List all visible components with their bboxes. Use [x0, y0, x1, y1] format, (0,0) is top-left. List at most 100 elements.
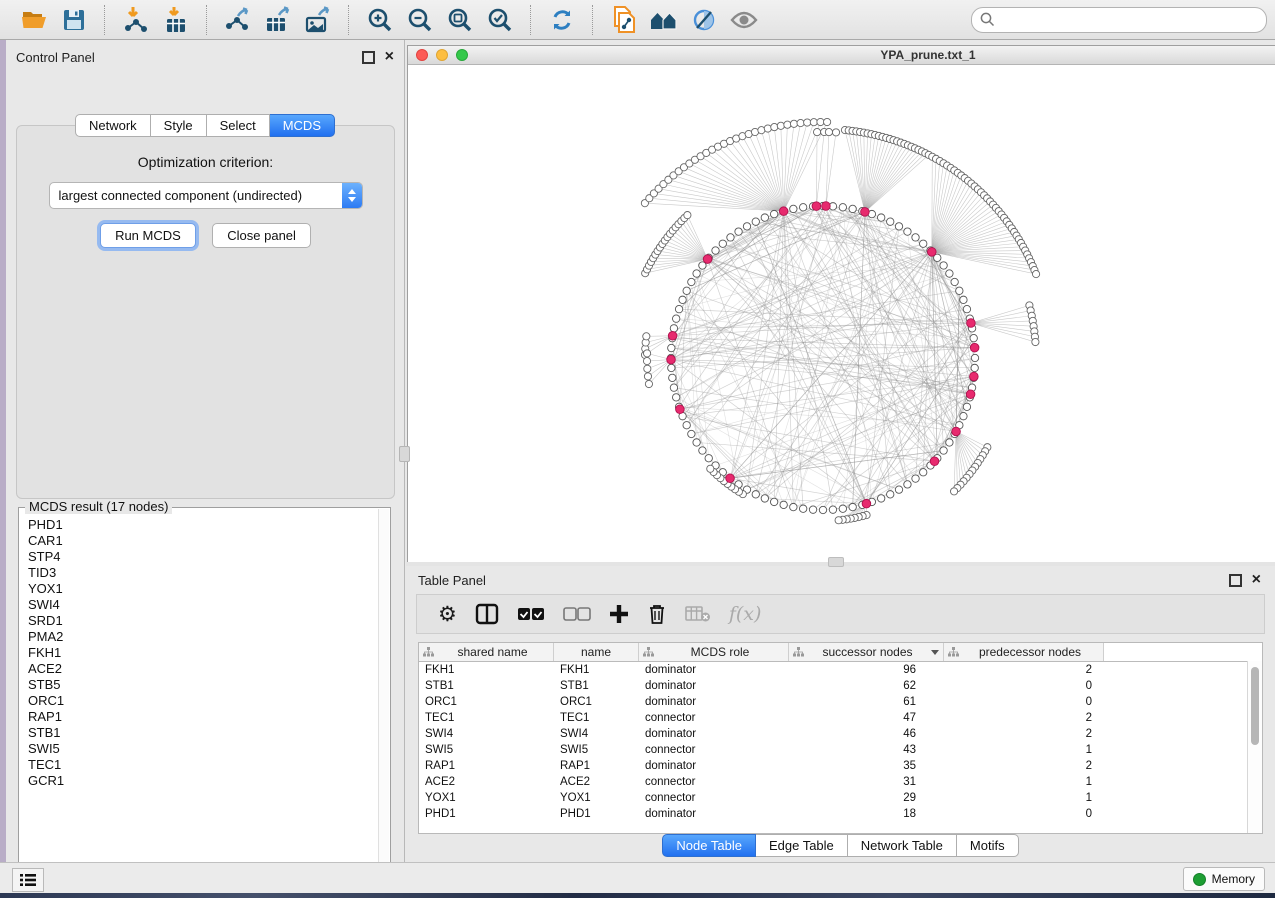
graph-node[interactable] — [839, 204, 846, 211]
column-header-predecessor-nodes[interactable]: predecessor nodes — [944, 643, 1104, 661]
delete-column-icon[interactable] — [647, 600, 667, 628]
graph-node[interactable] — [693, 270, 700, 277]
graph-node[interactable] — [963, 403, 970, 410]
graph-node[interactable] — [688, 430, 695, 437]
graph-node[interactable] — [971, 364, 978, 371]
zoom-out-icon[interactable] — [404, 4, 436, 36]
graph-node[interactable] — [839, 505, 846, 512]
graph-leaf-node[interactable] — [804, 119, 811, 126]
mcds-result-item[interactable]: ACE2 — [28, 661, 378, 677]
graph-hub-node[interactable] — [927, 248, 936, 257]
tab-motifs[interactable]: Motifs — [957, 834, 1019, 857]
graph-leaf-node[interactable] — [832, 129, 839, 136]
network-window-titlebar[interactable]: YPA_prune.txt_1 — [408, 46, 1275, 65]
graph-hub-node[interactable] — [966, 390, 975, 399]
graph-leaf-node[interactable] — [644, 365, 651, 372]
graph-node[interactable] — [712, 247, 719, 254]
table-row[interactable]: FKH1FKH1dominator962 — [419, 662, 1262, 678]
search-input[interactable] — [995, 12, 1258, 28]
graph-node[interactable] — [761, 495, 768, 502]
tab-mcds[interactable]: MCDS — [270, 114, 335, 137]
graph-node[interactable] — [679, 296, 686, 303]
graph-leaf-node[interactable] — [835, 517, 842, 524]
search-box[interactable] — [971, 7, 1267, 33]
network-graph[interactable] — [408, 65, 1274, 562]
graph-node[interactable] — [719, 240, 726, 247]
graph-node[interactable] — [790, 503, 797, 510]
zoom-fit-icon[interactable] — [444, 4, 476, 36]
graph-node[interactable] — [940, 447, 947, 454]
home-icon[interactable] — [648, 4, 680, 36]
table-row[interactable]: TEC1TEC1connector472 — [419, 710, 1262, 726]
horizontal-splitter-grip[interactable] — [828, 557, 844, 567]
mcds-list-scrollbar[interactable] — [378, 509, 389, 878]
mcds-result-item[interactable]: RAP1 — [28, 709, 378, 725]
graph-node[interactable] — [963, 305, 970, 312]
graph-node[interactable] — [670, 384, 677, 391]
vertical-splitter-grip[interactable] — [399, 446, 410, 462]
table-row[interactable]: SWI4SWI4dominator462 — [419, 726, 1262, 742]
close-panel-icon[interactable]: × — [385, 52, 394, 62]
graph-node[interactable] — [904, 228, 911, 235]
graph-node[interactable] — [819, 506, 826, 513]
show-columns-icon[interactable] — [475, 600, 499, 628]
graph-hub-node[interactable] — [779, 207, 788, 216]
column-header-name[interactable]: name — [554, 643, 639, 661]
graph-hub-node[interactable] — [676, 405, 685, 414]
tab-network-table[interactable]: Network Table — [848, 834, 957, 857]
import-table-icon[interactable] — [160, 4, 192, 36]
graph-leaf-node[interactable] — [797, 119, 804, 126]
window-zoom-button[interactable] — [456, 49, 468, 61]
graph-node[interactable] — [770, 210, 777, 217]
graph-leaf-node[interactable] — [643, 357, 650, 364]
graph-node[interactable] — [683, 422, 690, 429]
graph-hub-node[interactable] — [668, 331, 677, 340]
graph-node[interactable] — [829, 506, 836, 513]
graph-leaf-node[interactable] — [824, 118, 831, 125]
graph-node[interactable] — [672, 315, 679, 322]
table-row[interactable]: RAP1RAP1dominator352 — [419, 758, 1262, 774]
graph-hub-node[interactable] — [930, 457, 939, 466]
window-close-button[interactable] — [416, 49, 428, 61]
table-row[interactable]: PHD1PHD1dominator180 — [419, 806, 1262, 822]
graph-leaf-node[interactable] — [764, 125, 771, 132]
graph-leaf-node[interactable] — [771, 123, 778, 130]
graph-node[interactable] — [790, 205, 797, 212]
eye-icon[interactable] — [728, 4, 760, 36]
copy-network-icon[interactable] — [608, 4, 640, 36]
memory-button[interactable]: Memory — [1183, 867, 1265, 891]
graph-node[interactable] — [912, 234, 919, 241]
graph-node[interactable] — [799, 204, 806, 211]
tab-edge-table[interactable]: Edge Table — [756, 834, 848, 857]
graph-hub-node[interactable] — [667, 355, 676, 364]
graph-node[interactable] — [940, 262, 947, 269]
graph-node[interactable] — [761, 214, 768, 221]
graph-node[interactable] — [946, 270, 953, 277]
save-icon[interactable] — [58, 4, 90, 36]
graph-node[interactable] — [735, 228, 742, 235]
column-header-mcds-role[interactable]: MCDS role — [639, 643, 789, 661]
graph-node[interactable] — [770, 498, 777, 505]
graph-leaf-node[interactable] — [950, 488, 957, 495]
graph-node[interactable] — [956, 287, 963, 294]
optimization-criterion-dropdown[interactable]: largest connected component (undirected) — [49, 182, 363, 209]
graph-node[interactable] — [895, 486, 902, 493]
graph-node[interactable] — [809, 506, 816, 513]
tab-select[interactable]: Select — [207, 114, 270, 137]
graph-node[interactable] — [693, 439, 700, 446]
table-scrollbar[interactable] — [1247, 661, 1262, 833]
table-row[interactable]: ORC1ORC1dominator610 — [419, 694, 1262, 710]
mcds-result-item[interactable]: STB1 — [28, 725, 378, 741]
graph-node[interactable] — [752, 218, 759, 225]
graph-node[interactable] — [683, 287, 690, 294]
graph-node[interactable] — [849, 205, 856, 212]
tab-network[interactable]: Network — [75, 114, 151, 137]
graph-hub-node[interactable] — [970, 343, 979, 352]
zoom-selected-icon[interactable] — [484, 4, 516, 36]
graph-node[interactable] — [699, 447, 706, 454]
zoom-in-icon[interactable] — [364, 4, 396, 36]
graph-node[interactable] — [672, 394, 679, 401]
open-folder-icon[interactable] — [18, 4, 50, 36]
export-network-icon[interactable] — [222, 4, 254, 36]
graph-node[interactable] — [877, 214, 884, 221]
